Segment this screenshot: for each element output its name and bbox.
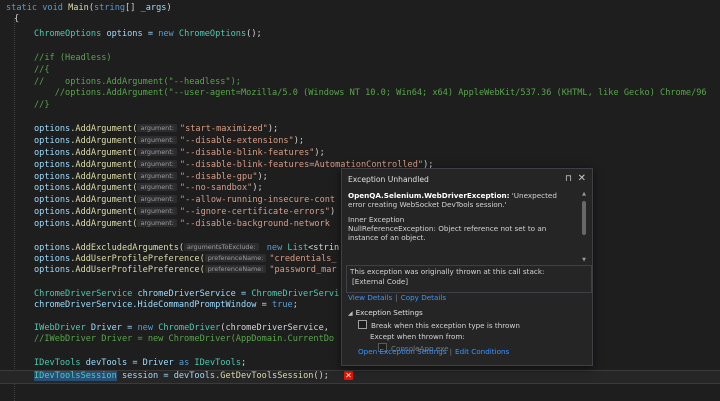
popup-header: Exception Unhandled ⊓ ✕ xyxy=(348,173,586,187)
pin-icon[interactable]: ⊓ xyxy=(565,174,572,184)
code-line-add-argument: options.AddArgument(argument: "--disable-… xyxy=(34,148,325,158)
inner-exception-text: NullReferenceException: Object reference… xyxy=(348,224,547,242)
exception-message: OpenQA.Selenium.WebDriverException: 'Une… xyxy=(348,191,576,263)
code-line-pref1: options.AddUserProfilePreference(prefere… xyxy=(34,254,337,264)
break-checkbox[interactable] xyxy=(358,320,367,329)
except-label: Except when thrown from: xyxy=(370,332,465,341)
code-comment: // options.AddArgument("--headless"); xyxy=(34,77,241,87)
details-links: View Details | Copy Details xyxy=(348,293,446,302)
code-line-service: ChromeDriverService chromeDriverService … xyxy=(34,289,340,299)
footer-links: Open Exception Settings | Edit Conditions xyxy=(358,347,509,356)
code-comment: //} xyxy=(34,100,50,110)
code-line-options: ChromeOptions options = new ChromeOption… xyxy=(34,29,262,39)
view-details-link[interactable]: View Details xyxy=(348,293,392,302)
collapse-triangle-icon[interactable]: ◢ xyxy=(348,310,353,317)
code-line-session: IDevToolsSession session = devTools.GetD… xyxy=(34,371,329,381)
popup-scrollbar[interactable]: ▲ ▼ xyxy=(581,191,587,263)
exception-popup: Exception Unhandled ⊓ ✕ OpenQA.Selenium.… xyxy=(341,168,593,366)
code-line-brace: { xyxy=(14,14,20,24)
code-line-excluded-args: options.AddExcludedArguments(argumentsTo… xyxy=(34,243,340,253)
popup-title: Exception Unhandled xyxy=(348,175,429,184)
link-separator: | xyxy=(449,347,453,356)
scroll-down-icon[interactable]: ▼ xyxy=(581,257,587,263)
open-exception-settings-link[interactable]: Open Exception Settings xyxy=(358,347,447,356)
code-line-hide-window: chromeDriverService.HideCommandPromptWin… xyxy=(34,300,298,310)
call-stack-note: This exception was originally thrown at … xyxy=(350,267,545,276)
code-line-add-argument: options.AddArgument(argument: "--allow-ru… xyxy=(34,195,336,205)
code-comment: //IWebDriver Driver = new ChromeDriver(A… xyxy=(34,334,335,344)
link-separator: | xyxy=(395,293,398,302)
code-line-add-argument: options.AddArgument(argument: "--disable-… xyxy=(34,219,330,229)
copy-details-link[interactable]: Copy Details xyxy=(401,293,446,302)
break-checkbox-row[interactable]: Break when this exception type is thrown xyxy=(358,320,584,330)
break-checkbox-label: Break when this exception type is thrown xyxy=(371,321,520,330)
code-line-add-argument: options.AddArgument(argument: "--disable-… xyxy=(34,136,305,146)
code-comment: //options.AddArgument("--user-agent=Mozi… xyxy=(34,88,707,98)
code-line-add-argument: options.AddArgument(argument: "--ignore-c… xyxy=(34,207,336,217)
code-line-add-argument: options.AddArgument(argument: "start-maxi… xyxy=(34,124,279,134)
code-line-main: static void Main(string[] _args) xyxy=(6,3,172,13)
call-stack-box: This exception was originally thrown at … xyxy=(346,265,592,293)
call-stack-frame[interactable]: [External Code] xyxy=(352,277,588,287)
code-line-driver: IWebDriver Driver = new ChromeDriver(chr… xyxy=(34,323,329,333)
code-comment: //{ xyxy=(34,65,50,75)
code-line-add-argument: options.AddArgument(argument: "--disable-… xyxy=(34,172,268,182)
close-icon[interactable]: ✕ xyxy=(578,173,586,184)
edit-conditions-link[interactable]: Edit Conditions xyxy=(455,347,509,356)
error-icon: ✕ xyxy=(344,371,353,380)
code-comment: //if (Headless) xyxy=(34,53,112,63)
code-line-add-argument: options.AddArgument(argument: "--no-sandb… xyxy=(34,183,263,193)
inner-exception-label: Inner Exception xyxy=(348,215,405,224)
scroll-up-icon[interactable]: ▲ xyxy=(581,191,587,197)
code-line-pref2: options.AddUserProfilePreference(prefere… xyxy=(34,265,337,275)
indent-guide xyxy=(14,18,16,401)
scroll-thumb[interactable] xyxy=(582,201,586,235)
code-line-devtools: IDevTools devTools = Driver as IDevTools… xyxy=(34,358,247,368)
exception-settings-header[interactable]: ◢ Exception Settings xyxy=(348,308,584,317)
exception-type: OpenQA.Selenium.WebDriverException: xyxy=(348,191,510,200)
